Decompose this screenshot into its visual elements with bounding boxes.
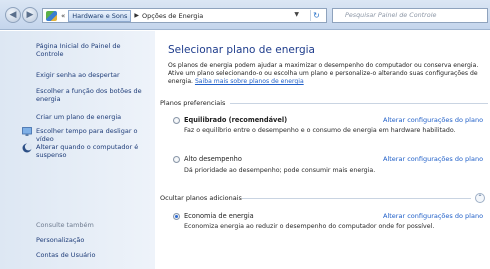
sidebar-item-sleep[interactable]: Alterar quando o computador é suspenso	[36, 143, 146, 159]
collapse-chevron-icon[interactable]: ⌃	[475, 193, 485, 203]
sidebar-home-link[interactable]: Página Inicial do Painel de Controle	[36, 42, 146, 58]
search-placeholder: Pesquisar Painel de Controle	[345, 11, 437, 19]
plan-name-economia-de-energia[interactable]: Economia de energia	[184, 212, 254, 220]
sidebar-item-create-plan[interactable]: Criar um plano de energia	[36, 113, 146, 121]
address-dropdown-icon[interactable]: ▼	[294, 11, 299, 18]
see-also-user-accounts[interactable]: Contas de Usuário	[36, 251, 146, 259]
overflow-chevron-icon[interactable]: «	[61, 12, 65, 20]
refresh-icon[interactable]: ↻	[310, 10, 322, 21]
radio-economia-de-energia[interactable]	[173, 213, 180, 220]
main-content: Selecionar plano de energia Os planos de…	[160, 31, 490, 269]
change-plan-link-alto-desempenho[interactable]: Alterar configurações do plano	[383, 155, 483, 163]
learn-more-link[interactable]: Saiba mais sobre planos de energia	[195, 78, 304, 85]
radio-equilibrado[interactable]	[173, 117, 180, 124]
breadcrumb[interactable]: « Hardware e Sons ▶ Opções de Energia ▼ …	[42, 8, 327, 23]
moon-sleep-icon	[22, 143, 32, 153]
back-button[interactable]: ◀	[5, 7, 21, 23]
plan-name-alto-desempenho[interactable]: Alto desempenho	[184, 155, 242, 163]
breadcrumb-separator-icon[interactable]: ▶	[134, 12, 139, 19]
control-panel-icon	[46, 10, 57, 21]
see-also-heading: Consulte também	[36, 221, 94, 229]
intro-text: Os planos de energia podem ajudar a maxi…	[168, 62, 490, 86]
breadcrumb-opcoes-de-energia[interactable]: Opções de Energia	[142, 12, 203, 20]
hidden-plans-heading[interactable]: Ocultar planos adicionais	[160, 194, 242, 202]
sidebar: Página Inicial do Painel de Controle Exi…	[0, 31, 155, 269]
change-plan-link-economia[interactable]: Alterar configurações do plano	[383, 212, 483, 220]
change-plan-link-equilibrado[interactable]: Alterar configurações do plano	[383, 116, 483, 124]
sidebar-item-turn-off-display[interactable]: Escolher tempo para desligar o vídeo	[36, 127, 146, 143]
plan-desc-economia-de-energia: Economiza energia ao reduzir o desempenh…	[184, 223, 435, 230]
plan-name-equilibrado-text: Equilibrado (recomendável)	[184, 116, 288, 124]
search-input[interactable]: Pesquisar Painel de Controle	[332, 8, 488, 23]
display-monitor-icon	[22, 127, 32, 136]
radio-alto-desempenho[interactable]	[173, 156, 180, 163]
see-also-personalization[interactable]: Personalização	[36, 236, 146, 244]
page-title: Selecionar plano de energia	[168, 44, 315, 56]
preferred-plans-heading: Planos preferenciais	[160, 99, 226, 107]
forward-button[interactable]: ▶	[22, 7, 38, 23]
address-bar: ◀ ▶ « Hardware e Sons ▶ Opções de Energi…	[0, 0, 490, 30]
sidebar-item-power-buttons[interactable]: Escolher a função dos botões de energia	[36, 87, 146, 103]
divider	[230, 103, 488, 104]
plan-desc-equilibrado: Faz o equilíbrio entre o desempenho e o …	[184, 127, 456, 134]
breadcrumb-hardware-e-sons[interactable]: Hardware e Sons	[68, 9, 132, 22]
divider	[242, 198, 471, 199]
sidebar-item-password[interactable]: Exigir senha ao despertar	[36, 71, 146, 79]
plan-name-equilibrado[interactable]: Equilibrado (recomendável)	[184, 116, 287, 124]
plan-desc-alto-desempenho: Dá prioridade ao desempenho; pode consum…	[184, 167, 376, 174]
